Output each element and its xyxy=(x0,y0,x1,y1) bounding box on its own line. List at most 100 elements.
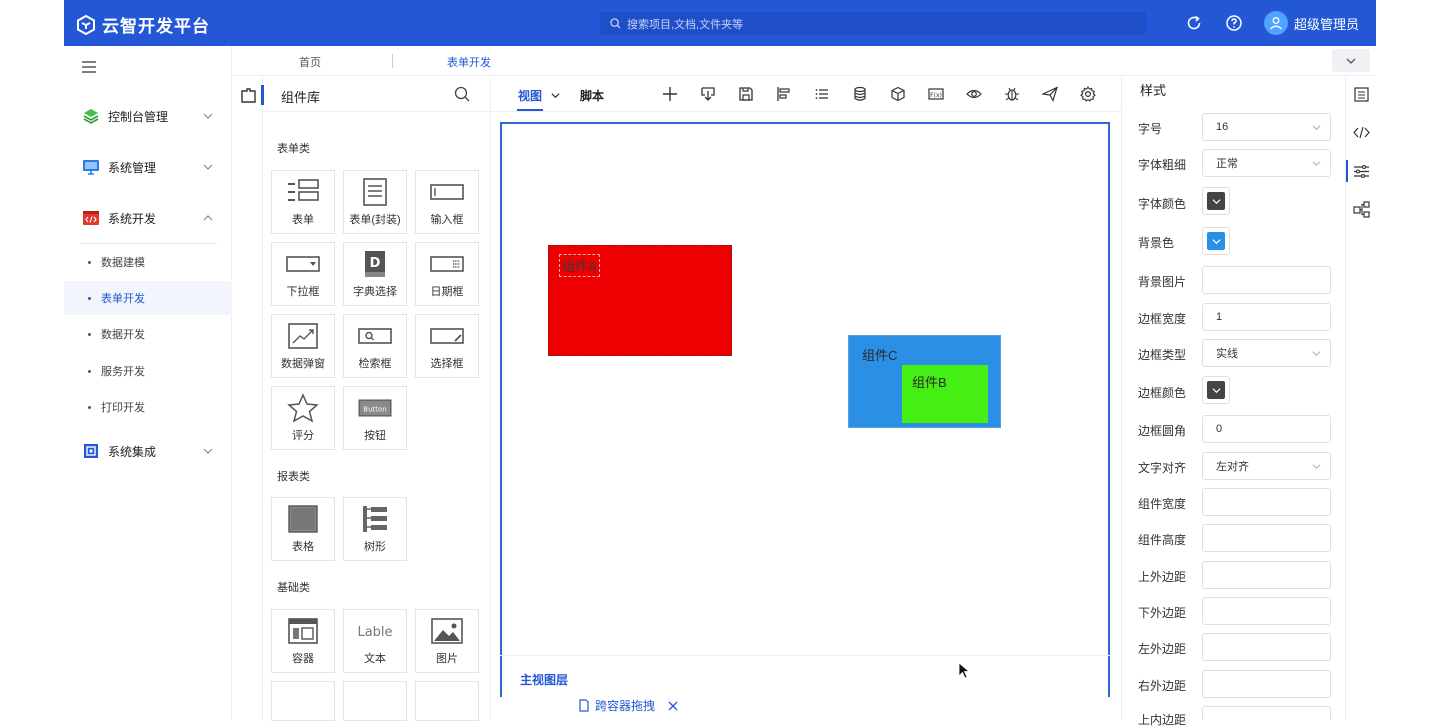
height-field[interactable] xyxy=(1202,524,1331,552)
border-radius-field[interactable]: 0 xyxy=(1202,415,1331,443)
menu-icon[interactable] xyxy=(81,60,97,74)
tab-form-dev[interactable]: 表单开发 xyxy=(447,54,491,70)
refresh-icon[interactable] xyxy=(1185,14,1203,32)
component-card-container[interactable]: 容器 xyxy=(271,609,335,673)
component-card-text[interactable]: Lable 文本 xyxy=(343,609,407,673)
sidebar-item-data-model[interactable]: 数据建模 xyxy=(64,245,232,279)
component-card-more[interactable] xyxy=(271,681,335,721)
margin-right-field[interactable] xyxy=(1202,670,1331,698)
sidebar-item-system-dev[interactable]: 系统开发 xyxy=(64,200,232,236)
component-card-choice[interactable]: 选择框 xyxy=(415,314,479,378)
settings-icon[interactable] xyxy=(1080,86,1096,102)
library-active-indicator xyxy=(261,85,264,105)
sidebar-item-data-dev[interactable]: 数据开发 xyxy=(64,317,232,351)
code-icon[interactable] xyxy=(1353,124,1370,141)
font-size-value: 16 xyxy=(1216,121,1229,133)
import-icon[interactable] xyxy=(700,86,716,102)
margin-top-field[interactable] xyxy=(1202,561,1331,589)
help-icon[interactable] xyxy=(1225,14,1243,32)
chevron-down-icon[interactable] xyxy=(550,90,561,101)
list-icon[interactable] xyxy=(814,86,830,102)
component-card-more[interactable] xyxy=(415,681,479,721)
app-window: 云智开发平台 搜索项目,文档,文件夹等 超级管理员 控制台管理 系统管理 系统开… xyxy=(64,0,1376,727)
close-icon[interactable] xyxy=(668,701,678,711)
component-card-tree[interactable]: 树形 xyxy=(343,497,407,561)
padding-top-field[interactable] xyxy=(1202,706,1331,720)
background-color-picker[interactable] xyxy=(1202,227,1230,255)
margin-left-field[interactable] xyxy=(1202,633,1331,661)
app-logo[interactable]: 云智开发平台 xyxy=(76,12,210,37)
prop-label: 组件高度 xyxy=(1138,533,1187,547)
cross-container-drag-tag[interactable]: 跨容器拖拽 xyxy=(578,697,678,714)
tab-home[interactable]: 首页 xyxy=(299,54,321,70)
component-card-form[interactable]: 表单 xyxy=(271,170,335,234)
chevron-down-icon xyxy=(203,113,213,119)
component-card-input[interactable]: 输入框 xyxy=(415,170,479,234)
margin-bottom-field[interactable] xyxy=(1202,597,1331,625)
cube-icon[interactable] xyxy=(890,86,906,102)
sliders-icon[interactable] xyxy=(1353,163,1370,180)
database-icon[interactable] xyxy=(852,86,868,102)
structure-icon[interactable] xyxy=(1353,201,1370,218)
chevron-down-icon xyxy=(203,448,213,454)
sidebar-item-system-admin[interactable]: 系统管理 xyxy=(64,149,232,185)
border-width-field[interactable]: 1 xyxy=(1202,303,1331,331)
font-size-select[interactable]: 16 xyxy=(1202,113,1331,141)
card-label: 评分 xyxy=(292,430,314,442)
border-style-select[interactable]: 实线 xyxy=(1202,339,1331,367)
component-card-table[interactable]: 表格 xyxy=(271,497,335,561)
component-card-more[interactable] xyxy=(343,681,407,721)
component-card-image[interactable]: 图片 xyxy=(415,609,479,673)
tabs-dropdown-button[interactable] xyxy=(1332,49,1370,72)
font-weight-select[interactable]: 正常 xyxy=(1202,149,1331,177)
font-color-picker[interactable] xyxy=(1202,187,1230,215)
canvas-component-b[interactable]: 组件B xyxy=(902,365,988,423)
component-card-search-box[interactable]: 检索框 xyxy=(343,314,407,378)
tab-view[interactable]: 视图 xyxy=(518,87,542,104)
text-align-select[interactable]: 左对齐 xyxy=(1202,452,1331,480)
layers-panel: 主视图层 xyxy=(500,655,1110,692)
publish-send-icon[interactable] xyxy=(1042,86,1058,102)
layers-title[interactable]: 主视图层 xyxy=(520,671,568,688)
plus-icon[interactable] xyxy=(662,86,678,102)
page-list-icon[interactable] xyxy=(1353,86,1370,103)
background-image-field[interactable] xyxy=(1202,266,1331,294)
user-menu[interactable]: 超级管理员 xyxy=(1264,11,1359,35)
save-icon[interactable] xyxy=(738,86,754,102)
avatar xyxy=(1264,11,1288,35)
sidebar-item-label: 系统开发 xyxy=(108,211,157,226)
prop-label: 背景图片 xyxy=(1138,275,1187,289)
search-icon[interactable] xyxy=(454,86,470,102)
function-icon[interactable]: F(x) xyxy=(928,86,944,102)
card-label: 数据弹窗 xyxy=(281,358,325,370)
width-field[interactable] xyxy=(1202,488,1331,516)
canvas-component-c[interactable]: 组件C 组件B xyxy=(848,335,1001,428)
component-card-rating[interactable]: 评分 xyxy=(271,386,335,450)
border-color-picker[interactable] xyxy=(1202,376,1230,404)
tab-script[interactable]: 脚本 xyxy=(580,87,604,104)
align-icon[interactable] xyxy=(776,86,792,102)
component-card-form-wrapped[interactable]: 表单(封装) xyxy=(343,170,407,234)
rail-active-indicator xyxy=(1346,160,1348,182)
dictionary-icon: D xyxy=(365,251,385,277)
card-label: 字典选择 xyxy=(353,286,397,298)
component-card-dict-select[interactable]: D 字典选择 xyxy=(343,242,407,306)
component-card-select[interactable]: 下拉框 xyxy=(271,242,335,306)
color-swatch xyxy=(1207,192,1225,210)
debug-bug-icon[interactable] xyxy=(1004,86,1020,102)
component-card-button[interactable]: Button 按钮 xyxy=(343,386,407,450)
sidebar-item-console[interactable]: 控制台管理 xyxy=(64,98,232,134)
component-card-data-popup[interactable]: 数据弹窗 xyxy=(271,314,335,378)
user-name: 超级管理员 xyxy=(1294,16,1360,32)
sidebar-item-service-dev[interactable]: 服务开发 xyxy=(64,354,232,388)
sidebar-item-integration[interactable]: 系统集成 xyxy=(64,433,232,469)
library-header: 组件库 xyxy=(261,77,491,112)
design-canvas[interactable]: 组件A 组件C 组件B xyxy=(500,122,1110,697)
preview-eye-icon[interactable] xyxy=(966,86,982,102)
component-library-icon[interactable] xyxy=(240,86,258,104)
component-card-date[interactable]: 日期框 xyxy=(415,242,479,306)
global-search[interactable]: 搜索项目,文档,文件夹等 xyxy=(600,12,1146,35)
canvas-component-a[interactable]: 组件A xyxy=(548,245,732,356)
sidebar-item-print-dev[interactable]: 打印开发 xyxy=(64,390,232,424)
sidebar-item-form-dev[interactable]: 表单开发 xyxy=(64,281,232,315)
